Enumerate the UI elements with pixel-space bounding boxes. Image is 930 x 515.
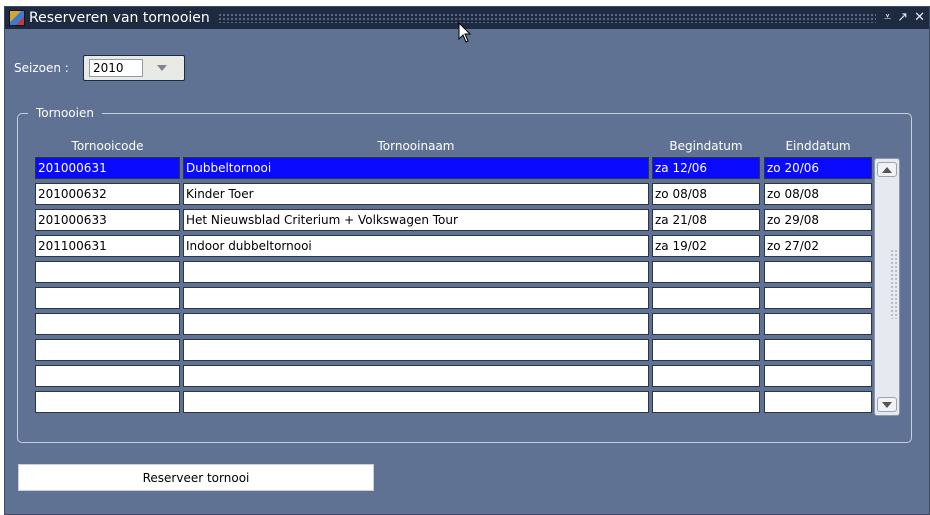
- minimize-icon[interactable]: ⩡: [884, 11, 891, 25]
- cell-end[interactable]: [764, 287, 872, 309]
- table-row[interactable]: [35, 365, 872, 387]
- table-row[interactable]: [35, 261, 872, 283]
- cell-code[interactable]: 201000632: [35, 183, 180, 205]
- app-icon: [9, 10, 25, 26]
- table-row[interactable]: 201000633 Het Nieuwsblad Criterium + Volk…: [35, 209, 872, 231]
- cell-end[interactable]: zo 20/06: [764, 157, 872, 179]
- season-value[interactable]: 2010: [89, 59, 143, 77]
- cell-start[interactable]: za 19/02: [652, 235, 760, 257]
- cell-name[interactable]: Dubbeltornooi: [183, 157, 649, 179]
- cell-end[interactable]: [764, 339, 872, 361]
- cell-end[interactable]: [764, 313, 872, 335]
- cell-start[interactable]: [652, 287, 760, 309]
- cell-end[interactable]: zo 27/02: [764, 235, 872, 257]
- cell-name[interactable]: [183, 287, 649, 309]
- cell-name[interactable]: Kinder Toer: [183, 183, 649, 205]
- cell-end[interactable]: zo 08/08: [764, 183, 872, 205]
- window-controls: ⩡ ↗ ✕: [884, 11, 929, 25]
- scroll-down-button[interactable]: [877, 397, 897, 412]
- column-header-start: Begindatum: [669, 139, 743, 153]
- cell-code[interactable]: 201000633: [35, 209, 180, 231]
- cell-code[interactable]: 201000631: [35, 157, 180, 179]
- cell-start[interactable]: [652, 391, 760, 413]
- cell-code[interactable]: 201100631: [35, 235, 180, 257]
- cell-end[interactable]: [764, 365, 872, 387]
- table-scrollbar[interactable]: [874, 158, 900, 416]
- cell-name[interactable]: [183, 261, 649, 283]
- chevron-down-icon[interactable]: [157, 65, 167, 71]
- cell-code[interactable]: [35, 261, 180, 283]
- cell-start[interactable]: [652, 313, 760, 335]
- title-bar-grip: [217, 13, 876, 23]
- season-label: Seizoen :: [14, 61, 69, 75]
- cell-name[interactable]: Het Nieuwsblad Criterium + Volkswagen To…: [183, 209, 649, 231]
- window-title: Reserveren van tornooien: [29, 10, 210, 26]
- cell-end[interactable]: zo 29/08: [764, 209, 872, 231]
- maximize-icon[interactable]: ↗: [897, 11, 908, 25]
- column-header-end: Einddatum: [785, 139, 851, 153]
- table-row[interactable]: [35, 339, 872, 361]
- cell-code[interactable]: [35, 313, 180, 335]
- cell-code[interactable]: [35, 365, 180, 387]
- arrow-down-icon: [882, 401, 892, 408]
- cell-start[interactable]: za 21/08: [652, 209, 760, 231]
- cell-code[interactable]: [35, 287, 180, 309]
- table-row[interactable]: [35, 391, 872, 413]
- cell-start[interactable]: [652, 365, 760, 387]
- arrow-up-icon: [882, 166, 892, 173]
- cell-end[interactable]: [764, 391, 872, 413]
- cell-code[interactable]: [35, 391, 180, 413]
- column-header-name: Tornooinaam: [377, 139, 455, 153]
- close-icon[interactable]: ✕: [914, 11, 925, 25]
- cell-name[interactable]: [183, 391, 649, 413]
- reserve-tournament-button[interactable]: Reserveer tornooi: [18, 464, 374, 491]
- table-row[interactable]: 201000632 Kinder Toer zo 08/08 zo 08/08: [35, 183, 872, 205]
- cell-start[interactable]: zo 08/08: [652, 183, 760, 205]
- scroll-grip[interactable]: [890, 249, 898, 319]
- cell-name[interactable]: [183, 365, 649, 387]
- table-row[interactable]: [35, 287, 872, 309]
- cell-start[interactable]: [652, 261, 760, 283]
- season-select[interactable]: 2010: [83, 55, 185, 81]
- mouse-cursor: [458, 22, 472, 43]
- cell-code[interactable]: [35, 339, 180, 361]
- cell-end[interactable]: [764, 261, 872, 283]
- scroll-up-button[interactable]: [877, 162, 897, 177]
- cell-name[interactable]: [183, 313, 649, 335]
- column-header-code: Tornooicode: [71, 139, 144, 153]
- cell-name[interactable]: Indoor dubbeltornooi: [183, 235, 649, 257]
- cell-name[interactable]: [183, 339, 649, 361]
- cell-start[interactable]: [652, 339, 760, 361]
- table-row[interactable]: 201000631 Dubbeltornooi za 12/06 zo 20/06: [35, 157, 872, 179]
- cell-start[interactable]: za 12/06: [652, 157, 760, 179]
- group-label: Tornooien: [28, 106, 102, 120]
- table-row[interactable]: 201100631 Indoor dubbeltornooi za 19/02 zo …: [35, 235, 872, 257]
- table-row[interactable]: [35, 313, 872, 335]
